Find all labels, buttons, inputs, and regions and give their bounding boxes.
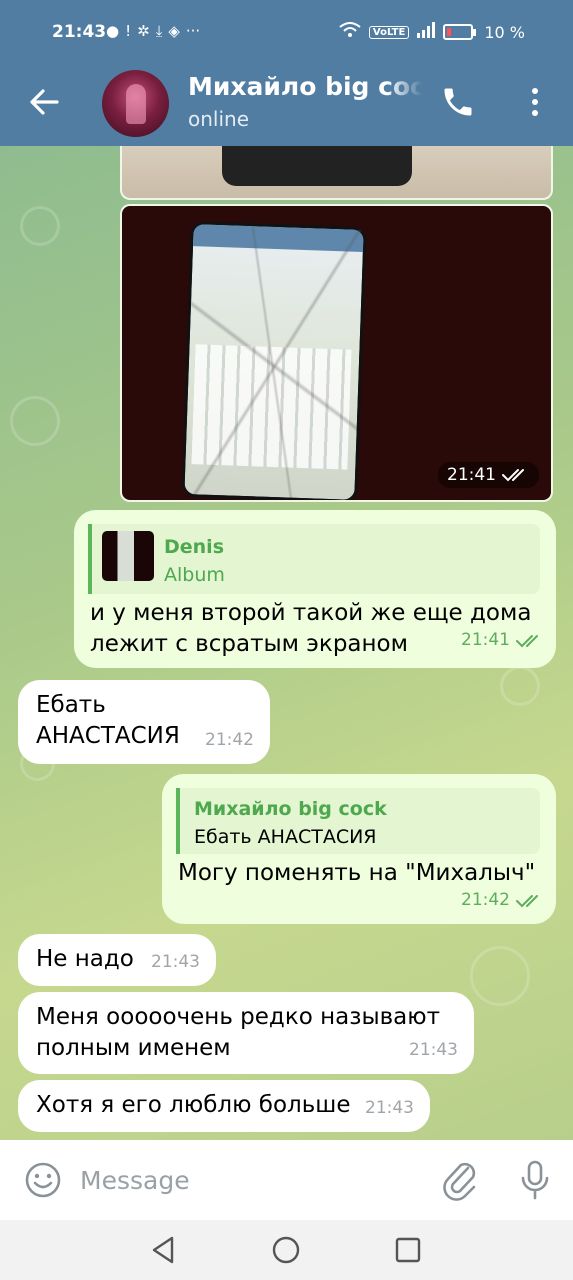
chat-bubble-icon: ●: [106, 22, 120, 40]
emoji-icon: [25, 1162, 61, 1198]
attach-button[interactable]: [440, 1158, 480, 1202]
photo-message[interactable]: 21:41: [120, 204, 553, 502]
shield-icon: ◈: [168, 22, 180, 40]
status-time: 21:43: [52, 22, 107, 42]
incoming-message[interactable]: Ебать АНАСТАСИЯ 21:42: [18, 680, 270, 764]
status-bar: 21:43 ● ! ✲ ⤓ ◈ ··· VoLTE 10 %: [0, 0, 573, 66]
wallpaper-doodle: [20, 206, 60, 246]
back-button[interactable]: [26, 84, 62, 120]
system-icons: VoLTE 10 %: [339, 22, 525, 42]
message-meta: 21:43: [409, 1040, 458, 1060]
message-meta: 21:43: [151, 952, 200, 972]
reply-thumbnail: [102, 531, 154, 581]
double-check-icon: [516, 634, 538, 647]
download-icon: ⤓: [155, 22, 163, 40]
mic-button[interactable]: [515, 1158, 555, 1202]
volte-icon: VoLTE: [368, 25, 410, 39]
message-text: Ебать АНАСТАСИЯ: [36, 692, 180, 749]
alert-icon: !: [125, 22, 132, 40]
home-circle-icon: [272, 1236, 300, 1264]
chat-status: online: [188, 107, 250, 131]
phone-icon: [444, 88, 472, 116]
wifi-icon: [339, 22, 361, 42]
message-text: Не надо: [36, 946, 134, 972]
incoming-message[interactable]: Не надо 21:43: [18, 934, 216, 986]
nav-back-button[interactable]: [148, 1234, 180, 1266]
outgoing-message[interactable]: Denis Album и у меня второй такой же еще…: [74, 510, 556, 668]
reply-text: Ебать АНАСТАСИЯ: [194, 826, 377, 848]
notification-icons: ● ! ✲ ⤓ ◈ ···: [106, 22, 200, 40]
contact-avatar[interactable]: [102, 70, 169, 137]
message-meta: 21:43: [365, 1098, 414, 1118]
photo-content: [181, 221, 367, 500]
nav-home-button[interactable]: [270, 1234, 302, 1266]
battery-icon: [443, 24, 474, 40]
call-button[interactable]: [440, 84, 476, 120]
more-vertical-icon[interactable]: [522, 84, 548, 120]
battery-percent: 10 %: [484, 22, 525, 42]
message-text: Хотя я его люблю больше: [36, 1092, 351, 1118]
message-time: 21:41: [438, 462, 539, 488]
emoji-button[interactable]: [24, 1161, 62, 1199]
settings-icon: ✲: [137, 22, 150, 40]
recents-square-icon: [395, 1237, 421, 1263]
photo-message-partial[interactable]: [120, 146, 553, 200]
back-arrow-icon: [30, 89, 59, 115]
message-meta: 21:42: [461, 885, 544, 916]
wallpaper-doodle: [500, 666, 540, 706]
incoming-message[interactable]: Меня ооооочень редко называют полным име…: [18, 992, 474, 1074]
more-icon: ···: [185, 22, 201, 40]
message-meta: 21:42: [205, 730, 254, 750]
reply-author: Denis: [164, 536, 225, 558]
attach-icon: [443, 1162, 476, 1201]
battery-tip: [473, 28, 477, 36]
wallpaper-doodle: [10, 396, 60, 446]
back-triangle-icon: [152, 1236, 174, 1264]
reply-text: Album: [164, 564, 225, 586]
system-nav-bar: [0, 1220, 573, 1280]
signal-icon: [417, 22, 436, 42]
message-meta: 21:41: [461, 625, 544, 656]
nav-recents-button[interactable]: [392, 1234, 424, 1266]
chat-title[interactable]: Михайло big cock: [188, 72, 422, 101]
reply-author: Михайло big cock: [194, 798, 387, 820]
double-check-icon: [516, 894, 538, 907]
wallpaper-doodle: [470, 946, 530, 1006]
message-composer: [0, 1140, 573, 1220]
incoming-message[interactable]: Хотя я его люблю больше 21:43: [18, 1080, 430, 1132]
message-input[interactable]: [80, 1162, 420, 1198]
message-text: Меня ооооочень редко называют полным име…: [36, 1004, 441, 1061]
photo-content: [222, 146, 412, 186]
chat-area[interactable]: 21:41 Denis Album и у меня второй такой …: [0, 146, 573, 1140]
mic-icon: [521, 1160, 549, 1200]
reply-quote[interactable]: Denis Album: [88, 524, 540, 594]
double-check-icon: [502, 469, 524, 482]
outgoing-message[interactable]: Михайло big cock Ебать АНАСТАСИЯ Могу по…: [162, 774, 556, 924]
top-app-bar: 21:43 ● ! ✲ ⤓ ◈ ··· VoLTE 10 % Михайло b…: [0, 0, 573, 146]
reply-quote[interactable]: Михайло big cock Ебать АНАСТАСИЯ: [176, 788, 540, 854]
